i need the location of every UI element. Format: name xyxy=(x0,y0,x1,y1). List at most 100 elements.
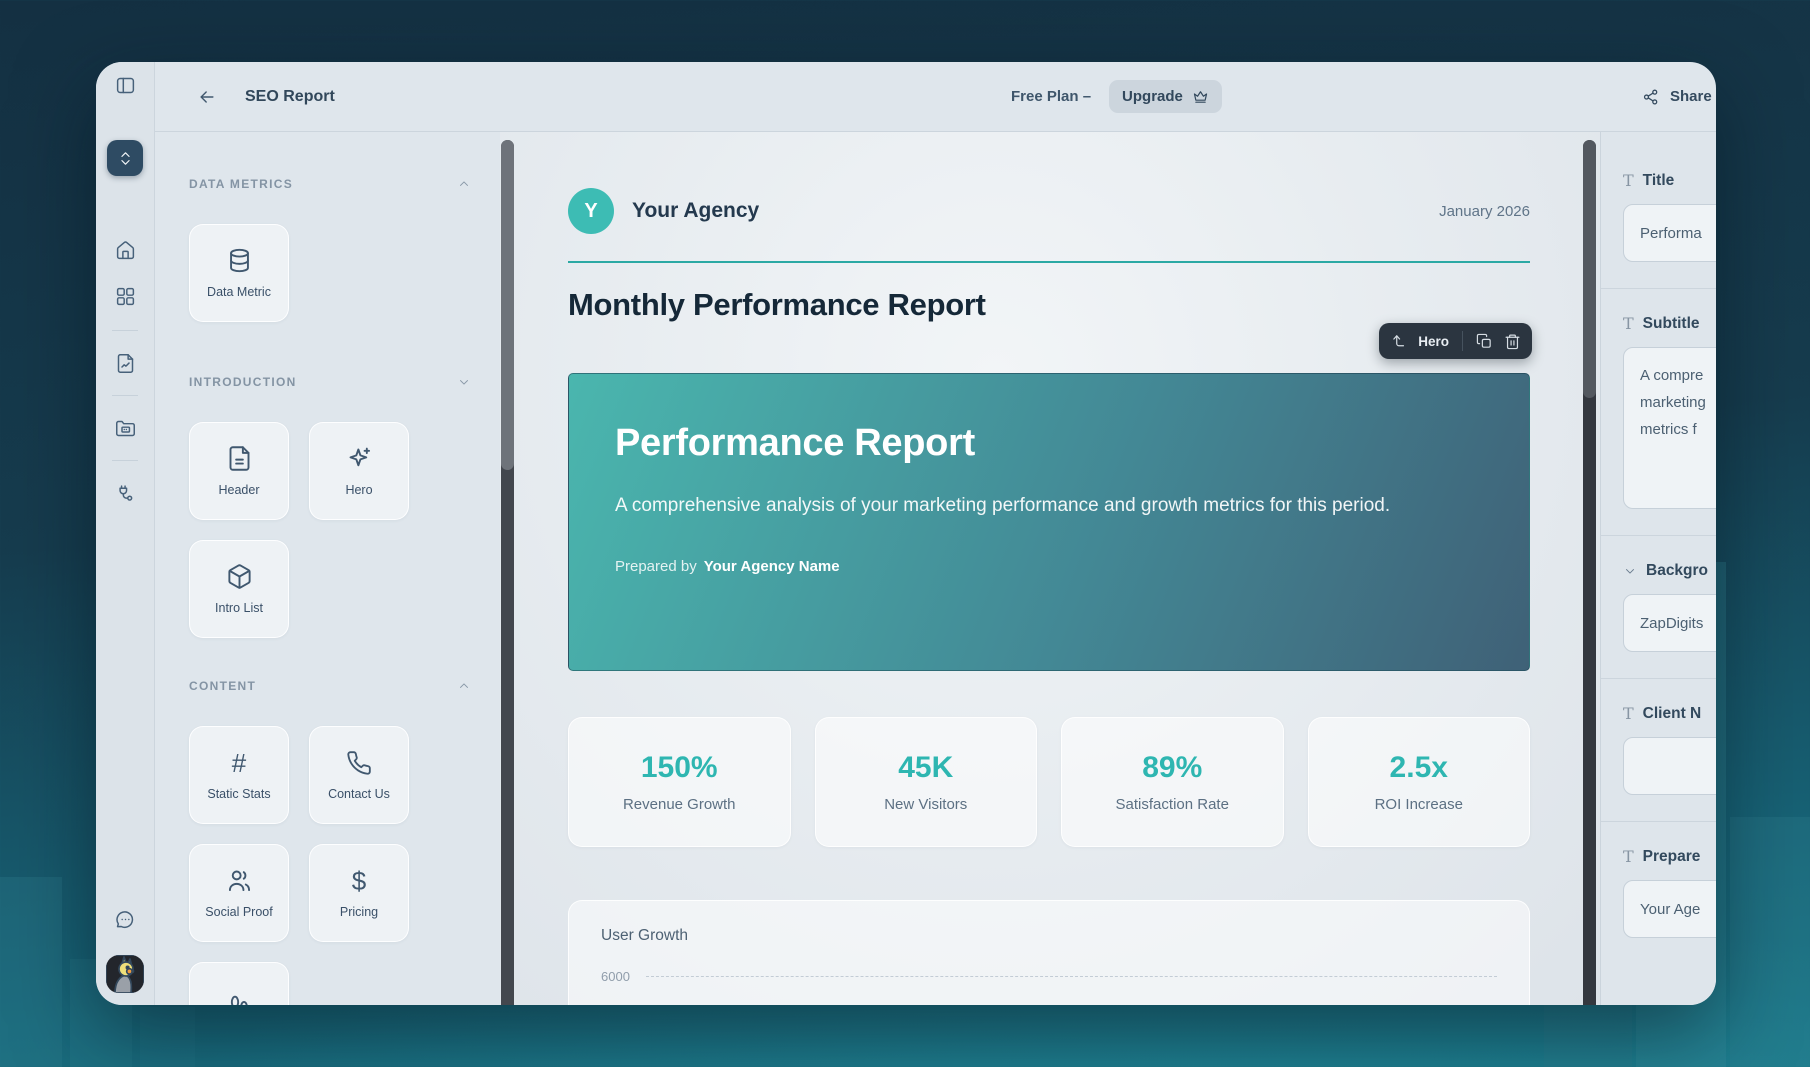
background-input[interactable]: ZapDigits xyxy=(1623,594,1716,652)
stat-card[interactable]: 2.5x ROI Increase xyxy=(1308,717,1531,847)
component-hero[interactable]: Hero xyxy=(309,422,409,520)
field-label-background[interactable]: Backgro xyxy=(1623,562,1716,580)
field-divider xyxy=(1601,678,1716,679)
rail-integrations-button[interactable] xyxy=(107,475,143,511)
delete-icon xyxy=(1504,333,1521,350)
scrollbar-thumb[interactable] xyxy=(501,140,514,470)
section-header-content[interactable]: CONTENT xyxy=(189,678,471,694)
backdrop-bar xyxy=(1730,817,1810,1067)
field-label-prepared-by: T Prepare xyxy=(1623,848,1716,866)
avatar-image xyxy=(106,955,144,993)
user-avatar[interactable] xyxy=(106,955,144,993)
hero-heading: Performance Report xyxy=(615,422,1483,465)
stat-card[interactable]: 150% Revenue Growth xyxy=(568,717,791,847)
stat-value: 45K xyxy=(898,751,953,785)
textarea-line: marketing xyxy=(1640,389,1716,416)
section-label: CONTENT xyxy=(189,679,256,693)
cube-icon xyxy=(226,563,253,590)
rail-chat-button[interactable] xyxy=(107,901,143,937)
upgrade-button[interactable]: Upgrade xyxy=(1109,80,1222,113)
section-introduction: INTRODUCTION Header Hero Intro List xyxy=(189,374,500,638)
stat-value: 2.5x xyxy=(1390,751,1448,785)
stat-label: Revenue Growth xyxy=(623,796,736,813)
section-content: CONTENT # Static Stats Contact Us Social… xyxy=(189,678,500,1005)
phone-icon xyxy=(346,750,372,776)
delete-button[interactable] xyxy=(1504,333,1521,350)
footprints-icon xyxy=(226,992,253,1005)
rail-home-button[interactable] xyxy=(107,232,143,268)
text-icon: T xyxy=(1623,173,1634,189)
stat-card[interactable]: 45K New Visitors xyxy=(815,717,1038,847)
text-icon: T xyxy=(1623,706,1634,722)
field-divider xyxy=(1601,288,1716,289)
stat-card[interactable]: 89% Satisfaction Rate xyxy=(1061,717,1284,847)
component-header[interactable]: Header xyxy=(189,422,289,520)
component-label: Static Stats xyxy=(207,787,270,801)
plan-label: Free Plan – xyxy=(1011,88,1091,105)
component-label: Social Proof xyxy=(205,905,272,919)
stat-label: ROI Increase xyxy=(1375,796,1463,813)
select-parent-icon xyxy=(1390,333,1407,350)
hash-icon: # xyxy=(232,750,246,776)
brand-avatar: Y xyxy=(568,188,614,234)
component-contact-us[interactable]: Contact Us xyxy=(309,726,409,824)
home-icon xyxy=(115,240,136,261)
subtitle-textarea[interactable]: A compre marketing metrics f xyxy=(1623,347,1716,509)
scrollbar-thumb[interactable] xyxy=(1583,140,1596,398)
title-input[interactable]: Performa xyxy=(1623,204,1716,262)
user-growth-chart-block[interactable]: User Growth 6000 xyxy=(568,900,1530,1005)
hero-prepared-by: Prepared byYour Agency Name xyxy=(615,558,1483,575)
component-static-stats[interactable]: # Static Stats xyxy=(189,726,289,824)
stat-value: 89% xyxy=(1142,751,1202,785)
app-window: SEO Report Free Plan – Upgrade Share DAT… xyxy=(96,62,1716,1005)
canvas-scrollbar-left[interactable] xyxy=(501,140,514,1005)
plan-group: Free Plan – Upgrade xyxy=(1011,80,1222,113)
chevron-up-icon xyxy=(457,679,471,693)
prepared-by-input[interactable]: Your Age xyxy=(1623,880,1716,938)
field-label-text: Prepare xyxy=(1643,848,1701,866)
chart-title: User Growth xyxy=(601,927,1497,945)
text-icon: T xyxy=(1623,316,1634,332)
chevron-down-icon xyxy=(457,375,471,389)
section-header-introduction[interactable]: INTRODUCTION xyxy=(189,374,471,390)
selected-block-label: Hero xyxy=(1418,334,1449,349)
rail-media-button[interactable] xyxy=(107,410,143,446)
prepared-by-label: Prepared by xyxy=(615,558,697,575)
field-label-subtitle: T Subtitle xyxy=(1623,315,1716,333)
chart-axis-row: 6000 xyxy=(601,969,1497,984)
back-button[interactable] xyxy=(195,85,219,109)
component-data-metric[interactable]: Data Metric xyxy=(189,224,289,322)
hero-block[interactable]: Performance Report A comprehensive analy… xyxy=(568,373,1530,671)
file-text-icon xyxy=(226,445,253,472)
field-label-text: Title xyxy=(1643,172,1675,190)
rail-reports-button[interactable] xyxy=(107,345,143,381)
panel-toggle-button[interactable] xyxy=(107,67,143,103)
duplicate-button[interactable] xyxy=(1476,333,1493,350)
component-pricing[interactable]: $ Pricing xyxy=(309,844,409,942)
backdrop-bar xyxy=(0,877,62,1067)
report-date: January 2026 xyxy=(1439,203,1530,220)
section-label: INTRODUCTION xyxy=(189,375,297,389)
component-partial[interactable] xyxy=(189,962,289,1005)
section-header-data-metrics[interactable]: DATA METRICS xyxy=(189,176,471,192)
textarea-line: metrics f xyxy=(1640,416,1716,443)
brand-name: Your Agency xyxy=(632,199,759,223)
document-header[interactable]: Y Your Agency January 2026 xyxy=(568,188,1530,234)
rail-dashboard-button[interactable] xyxy=(107,278,143,314)
stat-label: Satisfaction Rate xyxy=(1116,796,1229,813)
canvas-scrollbar-right[interactable] xyxy=(1583,140,1596,1005)
sparkles-icon xyxy=(346,445,373,472)
database-icon xyxy=(226,247,253,274)
select-parent-button[interactable] xyxy=(1390,333,1407,350)
component-social-proof[interactable]: Social Proof xyxy=(189,844,289,942)
crown-icon xyxy=(1192,88,1209,105)
client-name-input[interactable] xyxy=(1623,737,1716,795)
document-title[interactable]: Monthly Performance Report xyxy=(568,287,1530,323)
component-intro-list[interactable]: Intro List xyxy=(189,540,289,638)
block-selector-button[interactable] xyxy=(107,140,143,176)
component-label: Hero xyxy=(345,483,372,497)
integrations-plug-icon xyxy=(115,483,136,504)
share-button[interactable]: Share xyxy=(1642,88,1712,106)
field-divider xyxy=(1601,821,1716,822)
panel-toggle-icon xyxy=(115,75,136,96)
